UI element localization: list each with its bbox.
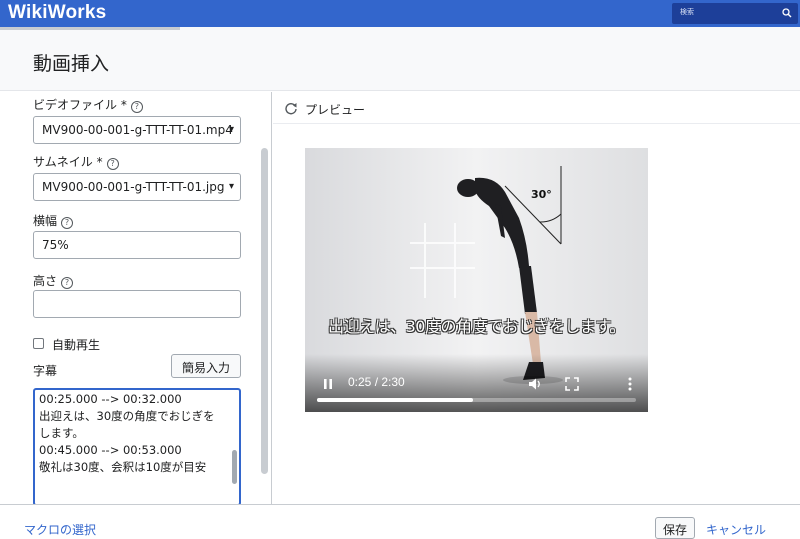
chevron-down-icon: ▾ (228, 124, 234, 135)
title-divider (0, 27, 180, 30)
angle-label: 30° (531, 188, 552, 201)
site-logo[interactable]: WikiWorks (8, 1, 106, 25)
textarea-scrollbar[interactable] (232, 450, 237, 484)
video-caption: 出迎えは、30度の角度でおじぎをします。 (328, 317, 625, 336)
dialog-title-bar: 動画挿入 (0, 27, 800, 91)
help-icon[interactable]: ? (61, 217, 74, 229)
search-icon[interactable] (782, 8, 792, 18)
width-field[interactable]: 75% (33, 231, 241, 259)
playback-time: 0:25 / 2:30 (348, 375, 405, 389)
search-placeholder: 検索 (680, 8, 694, 16)
preview-header: プレビュー (273, 92, 800, 124)
chevron-down-icon: ▾ (228, 181, 234, 192)
preview-label: プレビュー (305, 103, 366, 117)
video-progress-bar[interactable] (317, 398, 636, 402)
search-input[interactable]: 検索 (672, 3, 798, 24)
subtitle-line: 00:25.000 --> 00:32.000 (39, 392, 182, 406)
panel-scrollbar[interactable] (261, 148, 268, 474)
fullscreen-icon[interactable] (565, 377, 579, 391)
thumbnail-label: サムネイル *? (33, 153, 119, 170)
reload-icon[interactable] (284, 101, 298, 115)
volume-icon[interactable] (528, 377, 544, 391)
dialog-footer: マクロの選択 保存 キャンセル (0, 504, 800, 539)
subtitle-line: 出迎えは、30度の角度でおじぎを (39, 409, 215, 423)
video-file-label: ビデオファイル *? (33, 96, 143, 113)
autoplay-label: 自動再生 (52, 338, 101, 352)
top-header-bar: WikiWorks 検索 (0, 0, 800, 27)
subtitle-line: します。 (39, 426, 84, 440)
video-file-select[interactable]: MV900-00-001-g-TTT-TT-01.mp4 ▾ (33, 116, 241, 144)
help-icon[interactable]: ? (106, 158, 119, 170)
height-label: 高さ? (33, 272, 74, 289)
pause-icon[interactable] (323, 378, 333, 390)
autoplay-checkbox[interactable] (33, 338, 44, 349)
width-label: 横幅? (33, 212, 74, 229)
subtitles-textarea[interactable]: 00:25.000 --> 00:32.000 出迎えは、30度の角度でおじぎを… (33, 388, 241, 506)
form-panel: ビデオファイル *? MV900-00-001-g-TTT-TT-01.mp4 … (0, 92, 272, 506)
height-field[interactable] (33, 290, 241, 318)
save-button[interactable]: 保存 (655, 517, 695, 539)
cancel-link[interactable]: キャンセル (706, 521, 766, 538)
more-options-icon[interactable] (628, 377, 632, 391)
thumbnail-select[interactable]: MV900-00-001-g-TTT-TT-01.jpg ▾ (33, 173, 241, 201)
subtitles-label: 字幕 (33, 364, 58, 378)
macro-select-link[interactable]: マクロの選択 (24, 521, 96, 538)
subtitle-line: 00:45.000 --> 00:53.000 (39, 443, 182, 457)
video-progress-fill (317, 398, 474, 402)
help-icon[interactable]: ? (61, 277, 74, 289)
preview-panel: プレビュー 30° 出迎えは、30度の角度でおじぎをします。 0:25 / 2:… (273, 92, 800, 504)
video-player[interactable]: 30° 出迎えは、30度の角度でおじぎをします。 0:25 / 2:30 (305, 148, 648, 412)
help-icon[interactable]: ? (130, 101, 143, 113)
page-title: 動画挿入 (33, 53, 110, 75)
subtitle-line: 敬礼は30度、会釈は10度が目安 (39, 460, 207, 474)
quick-input-button[interactable]: 簡易入力 (171, 354, 241, 378)
